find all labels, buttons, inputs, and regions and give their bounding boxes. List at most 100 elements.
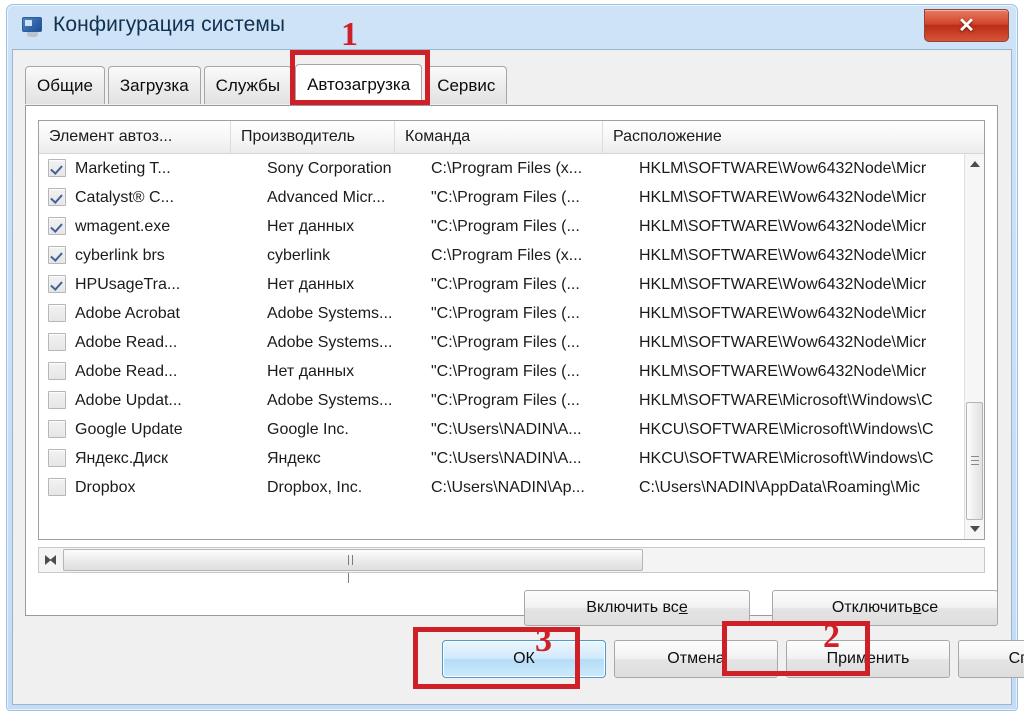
listview-rows: Marketing T... Sony Corporation C:\Program… [39, 154, 984, 539]
table-row[interactable]: Dropbox Dropbox, Inc. C:\Users\NADIN\Ap...… [39, 473, 984, 502]
cell-command: "C:\Program Files (... [431, 217, 580, 235]
enable-all-button[interactable]: Включить вс е [524, 590, 750, 626]
window-title: Конфигурация системы [53, 13, 286, 36]
title-bar[interactable]: Конфигурация системы ✕ [7, 5, 1017, 51]
table-row[interactable]: Adobe Updat... Adobe Systems... "C:\Progra… [39, 386, 984, 415]
tab-page-startup: Элемент автоз... Производитель Команда Расп… [25, 105, 998, 626]
column-header-1[interactable]: Производитель [231, 121, 395, 153]
tab-strip: Общие Загрузка Службы Автозагрузка Серви… [25, 64, 510, 106]
cell-command: "C:\Users\NADIN\A... [431, 420, 582, 438]
row-checkbox[interactable] [48, 391, 66, 409]
system-configuration-window: Конфигурация системы ✕ Общие Загрузка Сл… [6, 4, 1024, 711]
table-row[interactable]: cyberlink brs cyberlink C:\Program Files (… [39, 241, 984, 270]
cell-publisher: Adobe Systems... [267, 304, 393, 322]
ok-button[interactable]: ОК [442, 640, 606, 678]
cell-command: "C:\Program Files (... [431, 362, 580, 380]
scroll-up-icon[interactable] [965, 154, 984, 174]
grip-icon [348, 555, 358, 583]
scroll-down-icon[interactable] [965, 519, 984, 539]
tab-label: Общие [37, 75, 93, 95]
table-row[interactable]: Catalyst® C... Advanced Micr... "C:\Progra… [39, 183, 984, 212]
cell-location: HKLM\SOFTWARE\Wow6432Node\Micr [639, 304, 927, 322]
row-checkbox[interactable] [48, 275, 66, 293]
row-checkbox[interactable] [48, 217, 66, 235]
cell-location: HKLM\SOFTWARE\Wow6432Node\Micr [639, 246, 927, 264]
table-row[interactable]: Adobe Read... Adobe Systems... "C:\Program… [39, 328, 984, 357]
cell-publisher: Нет данных [267, 217, 355, 235]
column-header-label: Производитель [241, 128, 355, 145]
table-row[interactable]: Adobe Read... Нет данных "C:\Program Files… [39, 357, 984, 386]
cell-command: C:\Program Files (x... [431, 246, 583, 264]
row-checkbox[interactable] [48, 362, 66, 380]
disable-all-suffix: се [921, 599, 939, 616]
cell-command: "C:\Program Files (... [431, 304, 580, 322]
close-button[interactable]: ✕ [924, 9, 1009, 42]
horizontal-scrollbar[interactable] [38, 547, 985, 583]
cell-name: cyberlink brs [75, 246, 165, 264]
tab-servis[interactable]: Сервис [425, 66, 508, 104]
row-checkbox[interactable] [48, 304, 66, 322]
row-checkbox[interactable] [48, 420, 66, 438]
tab-avtozagruzka[interactable]: Автозагрузка [295, 64, 423, 104]
column-header-3[interactable]: Расположение [603, 121, 943, 153]
cell-command: C:\Users\NADIN\Ap... [431, 478, 585, 496]
disable-all-button[interactable]: Отключить в се [772, 590, 998, 626]
cell-command: "C:\Users\NADIN\A... [431, 449, 582, 467]
cell-publisher: Нет данных [267, 362, 355, 380]
cell-name: Adobe Updat... [75, 391, 182, 409]
cell-command: "C:\Program Files (... [431, 275, 580, 293]
grip-icon [971, 456, 979, 466]
help-button[interactable]: Справка [958, 640, 1024, 678]
listview-header: Элемент автоз... Производитель Команда Расп… [39, 121, 984, 154]
vertical-scrollbar-thumb[interactable] [966, 402, 983, 520]
row-checkbox[interactable] [48, 188, 66, 206]
table-row[interactable]: wmagent.exe Нет данных "C:\Program Files (… [39, 212, 984, 241]
vertical-scrollbar[interactable] [964, 154, 984, 539]
row-checkbox[interactable] [48, 333, 66, 351]
cell-command: "C:\Program Files (... [431, 188, 580, 206]
cancel-button[interactable]: Отмена [614, 640, 778, 678]
dialog-button-bar: ОК Отмена Применить Справка [18, 617, 1024, 699]
disable-all-accel: в [912, 599, 922, 616]
window-client-area: Общие Загрузка Службы Автозагрузка Серви… [12, 49, 1024, 705]
table-row[interactable]: HPUsageTra... Нет данных "C:\Program Files… [39, 270, 984, 299]
cell-location: HKLM\SOFTWARE\Wow6432Node\Micr [639, 333, 927, 351]
row-checkbox[interactable] [48, 159, 66, 177]
row-checkbox[interactable] [48, 246, 66, 264]
cell-name: Catalyst® C... [75, 188, 174, 206]
table-row[interactable]: Google Update Google Inc. "C:\Users\NADIN\… [39, 415, 984, 444]
cell-publisher: Google Inc. [267, 420, 349, 438]
row-checkbox[interactable] [48, 478, 66, 496]
cell-location: HKLM\SOFTWARE\Wow6432Node\Micr [639, 362, 927, 380]
cell-location: HKLM\SOFTWARE\Wow6432Node\Micr [639, 159, 927, 177]
horizontal-scrollbar-thumb[interactable] [63, 549, 643, 583]
scroll-right-icon[interactable] [39, 548, 61, 572]
cell-publisher: Adobe Systems... [267, 391, 393, 409]
cell-command: C:\Program Files (x... [431, 159, 583, 177]
table-row[interactable]: Marketing T... Sony Corporation C:\Program… [39, 154, 984, 183]
table-row[interactable]: Adobe Acrobat Adobe Systems... "C:\Program… [39, 299, 984, 328]
column-header-0[interactable]: Элемент автоз... [39, 121, 231, 153]
tab-sluzhby[interactable]: Службы [203, 66, 293, 104]
apply-button[interactable]: При м енить [786, 640, 950, 678]
cell-publisher: Sony Corporation [267, 159, 392, 177]
tab-label: Службы [215, 75, 281, 95]
tab-obschie[interactable]: Общие [25, 66, 105, 104]
cell-location: HKCU\SOFTWARE\Microsoft\Windows\C [639, 449, 934, 467]
disable-all-label: Отключить [831, 599, 913, 616]
cell-name: wmagent.exe [75, 217, 171, 235]
help-label: Справка [1008, 650, 1024, 667]
apply-suffix: енить [867, 650, 910, 667]
row-checkbox[interactable] [48, 449, 66, 467]
column-header-label: Расположение [613, 128, 722, 145]
cell-location: HKLM\SOFTWARE\Wow6432Node\Micr [639, 275, 927, 293]
cell-publisher: Яндекс [267, 449, 321, 467]
cell-location: HKLM\SOFTWARE\Wow6432Node\Micr [639, 217, 927, 235]
apply-accel: м [856, 650, 867, 667]
tab-label: Сервис [437, 75, 496, 95]
column-header-2[interactable]: Команда [395, 121, 603, 153]
enable-all-accel: е [678, 599, 688, 616]
startup-items-listview[interactable]: Элемент автоз... Производитель Команда Расп… [38, 120, 985, 540]
tab-zagruzka[interactable]: Загрузка [107, 66, 201, 104]
table-row[interactable]: Яндекс.Диск Яндекс "C:\Users\NADIN\A... HKC… [39, 444, 984, 473]
